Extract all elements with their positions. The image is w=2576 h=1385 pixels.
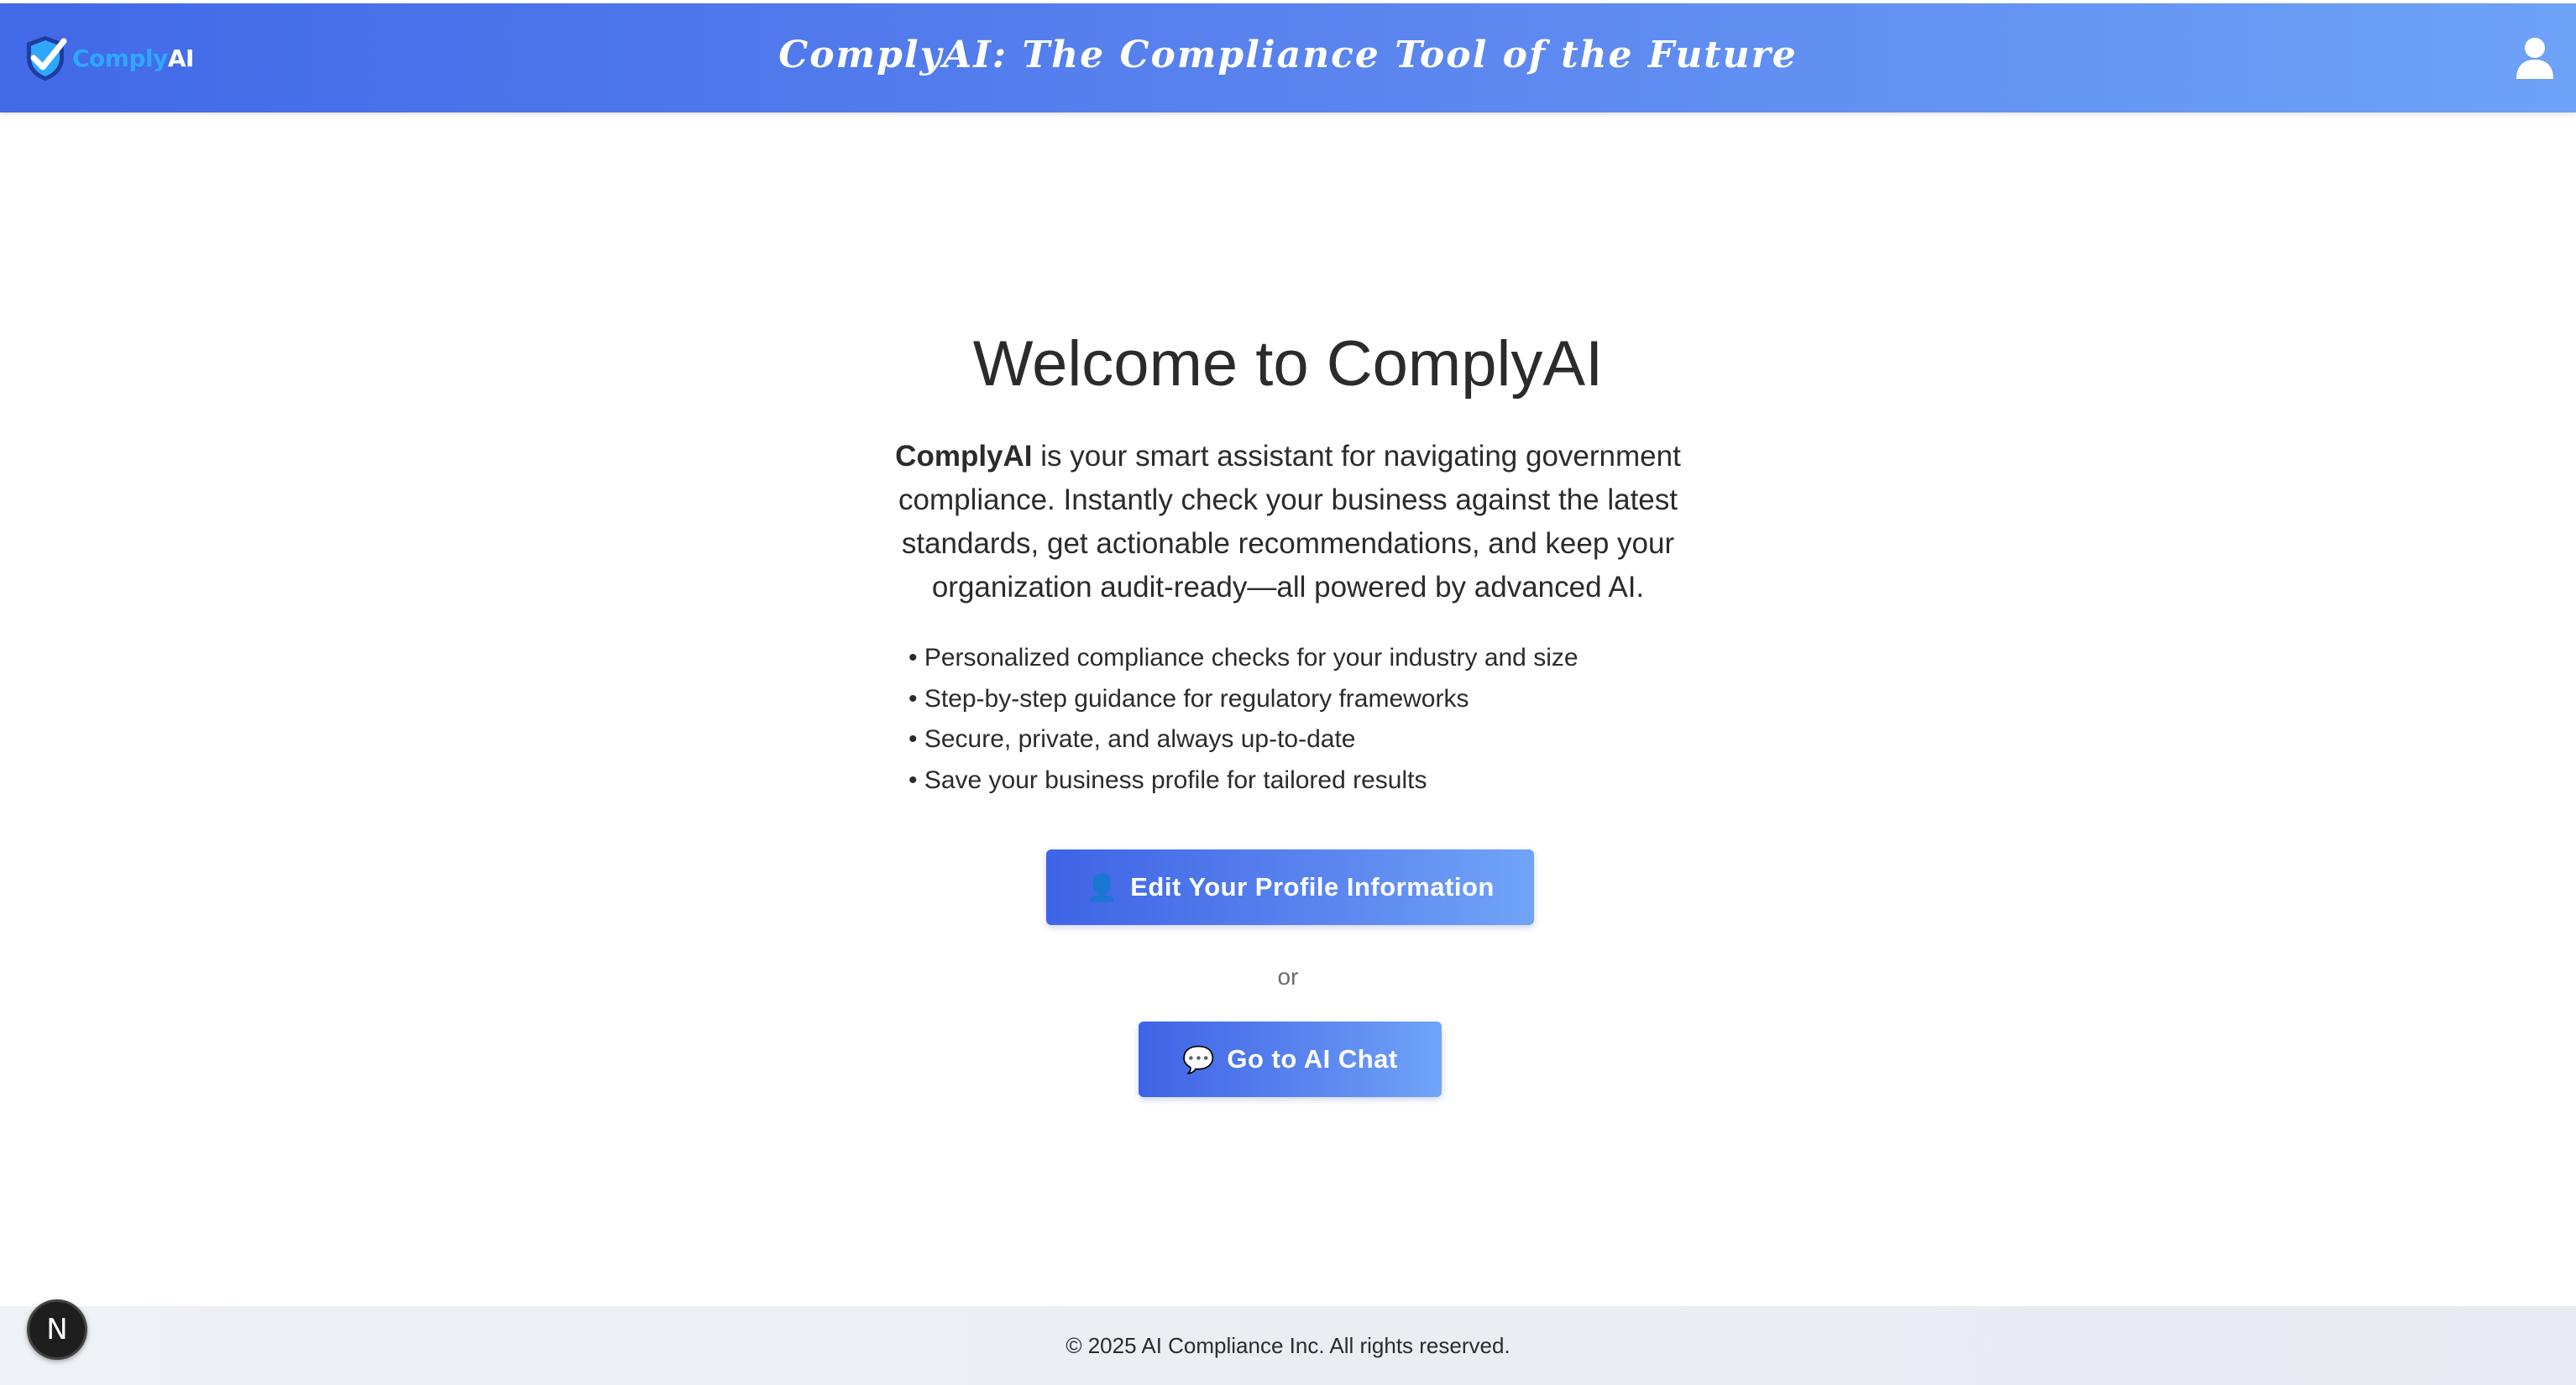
feature-item: Save your business profile for tailored …: [908, 760, 1579, 802]
feature-item: Personalized compliance checks for your …: [908, 638, 1579, 679]
footer: © 2025 AI Compliance Inc. All rights res…: [0, 1306, 2576, 1385]
header-title: ComplyAI: The Compliance Tool of the Fut…: [778, 34, 1798, 76]
feature-item: Step-by-step guidance for regulatory fra…: [908, 679, 1579, 720]
user-icon[interactable]: [2516, 37, 2554, 79]
page: ComplyAI ComplyAI: The Compliance Tool o…: [0, 0, 2576, 1385]
nextjs-dev-badge[interactable]: N: [27, 1299, 87, 1360]
person-icon: 👤: [1086, 872, 1119, 902]
ai-chat-button[interactable]: 💬 Go to AI Chat: [1139, 1022, 1442, 1097]
feature-list: Personalized compliance checks for your …: [908, 638, 1579, 801]
edit-profile-label: Edit Your Profile Information: [1130, 872, 1495, 902]
edit-profile-button[interactable]: 👤 Edit Your Profile Information: [1046, 849, 1534, 925]
copyright-text: © 2025 AI Compliance Inc. All rights res…: [1065, 1333, 1511, 1358]
ai-chat-label: Go to AI Chat: [1227, 1044, 1398, 1074]
feature-item: Secure, private, and always up-to-date: [908, 719, 1579, 760]
speech-bubble-icon: 💬: [1182, 1044, 1216, 1074]
intro-brand: ComplyAI: [895, 440, 1033, 473]
or-separator: or: [1277, 964, 1299, 990]
intro-paragraph: ComplyAI is your smart assistant for nav…: [893, 435, 1683, 609]
welcome-title: Welcome to ComplyAI: [972, 328, 1604, 400]
top-header: ComplyAI ComplyAI: The Compliance Tool o…: [0, 3, 2576, 112]
